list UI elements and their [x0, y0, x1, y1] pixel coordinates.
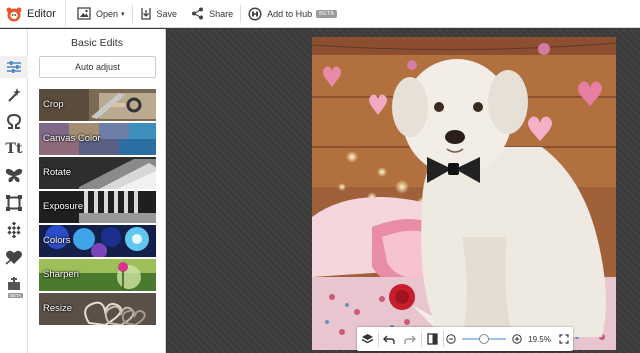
- zoom-level-readout: 19.5%: [528, 334, 551, 344]
- crop-label: Crop: [43, 99, 64, 110]
- rail-graphics[interactable]: [0, 165, 28, 187]
- graphics-butterfly-icon: [5, 168, 23, 183]
- rotate-tool[interactable]: Rotate: [39, 157, 156, 189]
- themes-heart-icon: [5, 250, 22, 265]
- rail-text[interactable]: Tt: [0, 138, 28, 160]
- resize-label: Resize: [43, 303, 73, 314]
- magic-wand-icon: [8, 88, 21, 102]
- auto-adjust-button[interactable]: Auto adjust: [39, 56, 156, 78]
- zoom-out-icon: [446, 334, 457, 344]
- compare-button[interactable]: [422, 327, 443, 351]
- rail-touch-up[interactable]: [0, 111, 28, 133]
- rotate-label: Rotate: [43, 167, 71, 178]
- save-button[interactable]: Save: [133, 0, 185, 28]
- undo-button[interactable]: [379, 327, 400, 351]
- basic-edits-panel: Basic Edits Auto adjust Crop Canvas Colo…: [28, 29, 192, 353]
- rail-frames[interactable]: [0, 192, 28, 214]
- zoom-out-button[interactable]: [444, 327, 459, 351]
- layers-button[interactable]: [357, 327, 378, 351]
- save-label: Save: [156, 8, 178, 19]
- fullscreen-icon: [559, 334, 570, 344]
- brand[interactable]: Editor: [0, 0, 66, 28]
- crop-tool[interactable]: Crop: [39, 89, 156, 121]
- beta-badge: BETA: [8, 293, 24, 298]
- rail-themes[interactable]: [0, 246, 28, 268]
- chevron-down-icon: ▾: [121, 10, 125, 18]
- canvas-color-tool[interactable]: Canvas Color: [39, 123, 156, 155]
- rail-beta-tool[interactable]: BETA: [0, 273, 28, 298]
- textures-icon: [7, 222, 21, 238]
- colors-tool[interactable]: Colors: [39, 225, 156, 257]
- top-toolbar: Editor Open ▾ Save Share Add to Hub BETA: [0, 0, 640, 28]
- share-label: Share: [209, 8, 234, 19]
- undo-icon: [383, 335, 396, 344]
- colors-label: Colors: [43, 235, 71, 246]
- zoom-slider-handle[interactable]: [478, 334, 489, 344]
- tool-rail: Tt BETA: [0, 29, 28, 353]
- sharpen-label: Sharpen: [43, 269, 79, 280]
- hub-icon: [248, 6, 262, 21]
- rail-textures[interactable]: [0, 219, 28, 241]
- photo-canvas[interactable]: [312, 37, 616, 350]
- open-button[interactable]: Open ▾: [70, 0, 132, 28]
- exposure-label: Exposure: [43, 201, 84, 212]
- open-label: Open: [96, 8, 119, 19]
- zoom-slider[interactable]: [462, 334, 506, 344]
- open-image-icon: [77, 7, 91, 20]
- bottom-toolbar: 19.5%: [357, 327, 573, 351]
- share-button[interactable]: Share: [184, 0, 240, 28]
- text-tool-icon: Tt: [5, 141, 23, 157]
- beta-badge: BETA: [316, 9, 338, 18]
- redo-icon: [404, 335, 417, 344]
- save-icon: [140, 8, 151, 20]
- canvas-area[interactable]: [167, 29, 640, 353]
- panel-title: Basic Edits: [71, 37, 123, 49]
- sharpen-tool[interactable]: Sharpen: [39, 259, 156, 291]
- exposure-tool[interactable]: Exposure: [39, 191, 156, 223]
- zoom-in-button[interactable]: [509, 327, 524, 351]
- share-icon: [192, 7, 204, 20]
- compare-icon: [427, 333, 438, 345]
- add-to-hub-label: Add to Hub: [267, 8, 313, 19]
- basic-edits-icon: [7, 61, 21, 73]
- canvas-color-label: Canvas Color: [43, 133, 101, 144]
- frames-icon: [6, 195, 22, 211]
- add-to-hub-button[interactable]: Add to Hub BETA: [241, 0, 344, 28]
- redo-button[interactable]: [400, 327, 421, 351]
- fullscreen-button[interactable]: [556, 327, 573, 351]
- layers-icon: [361, 334, 374, 344]
- rail-basic-edits[interactable]: [0, 56, 28, 78]
- beta-tool-icon: [8, 277, 20, 290]
- touch-up-icon: [6, 114, 22, 129]
- zoom-in-icon: [511, 334, 522, 344]
- resize-tool[interactable]: Resize: [39, 293, 156, 325]
- dog-photo: [312, 37, 616, 350]
- picmonkey-logo-icon: [6, 6, 22, 22]
- app-title: Editor: [27, 7, 56, 20]
- rail-effects[interactable]: [0, 84, 28, 106]
